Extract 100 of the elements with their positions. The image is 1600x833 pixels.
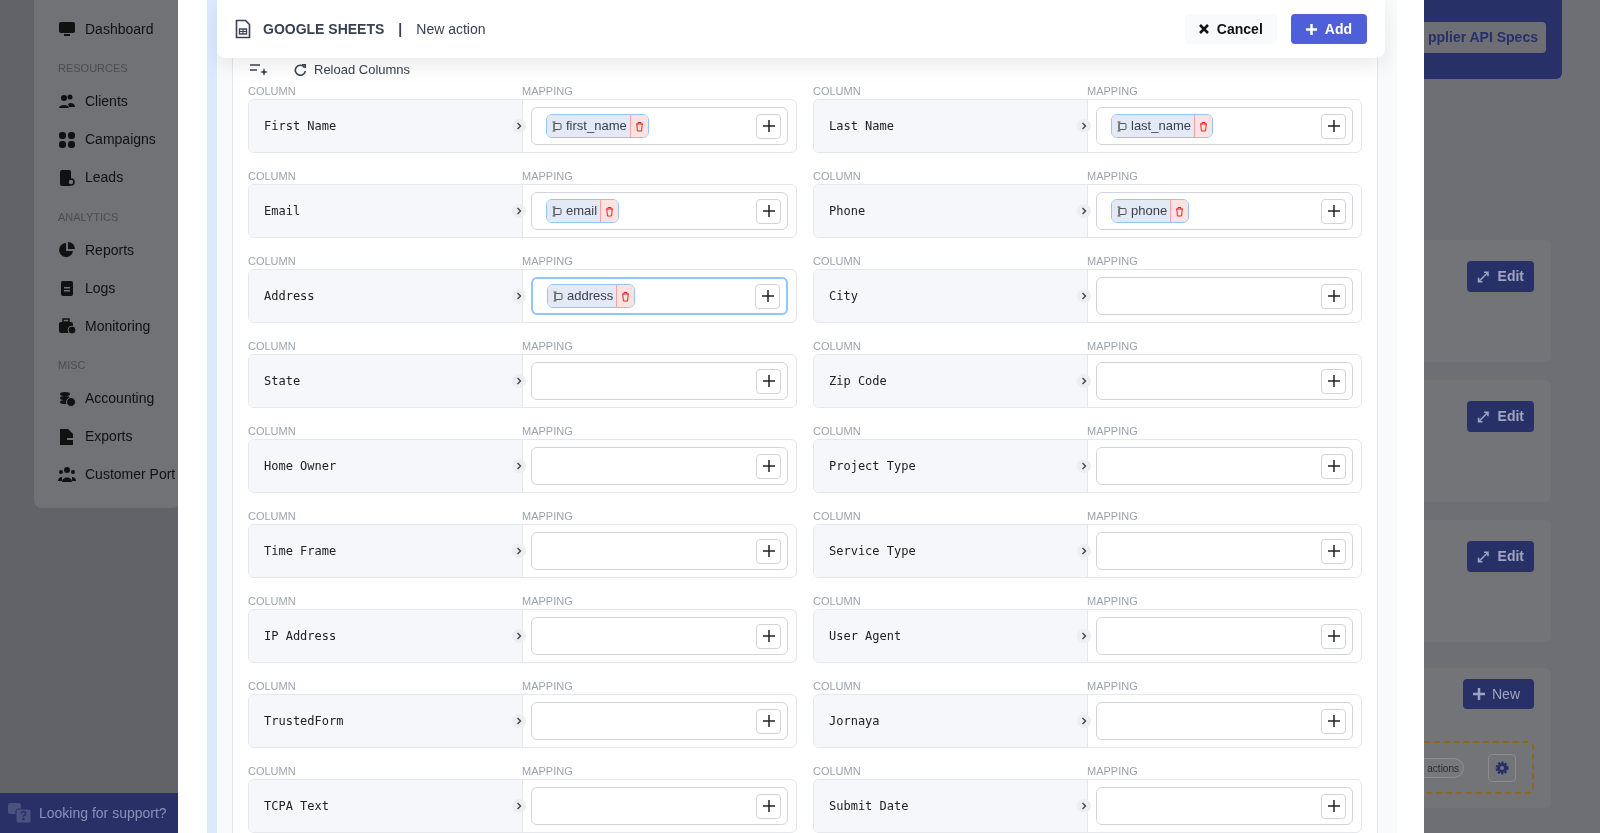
mapping-field[interactable] xyxy=(531,787,788,825)
sparkle-list-icon xyxy=(250,64,268,76)
mapping-label: MAPPING xyxy=(1087,764,1138,779)
mapping-field[interactable]: address xyxy=(531,277,788,315)
column-name: IP Address xyxy=(264,628,337,645)
mapping-field[interactable]: phone xyxy=(1096,192,1353,230)
actions-chip[interactable]: actions xyxy=(1424,758,1464,778)
plus-icon xyxy=(1327,800,1340,812)
title-separator: | xyxy=(398,19,403,39)
add-mapping-button[interactable] xyxy=(1321,538,1346,564)
settings-button[interactable] xyxy=(1488,754,1516,782)
add-mapping-button[interactable] xyxy=(1321,113,1346,139)
add-mapping-button[interactable] xyxy=(1321,708,1346,734)
add-mapping-button[interactable] xyxy=(755,283,780,309)
mapping-label: MAPPING xyxy=(1087,679,1138,694)
mapping-field[interactable]: email xyxy=(531,192,788,230)
tag-label: email xyxy=(566,202,598,221)
column-label: COLUMN xyxy=(813,764,861,779)
mapping-label: MAPPING xyxy=(1087,339,1138,354)
mapping-field[interactable] xyxy=(1096,617,1353,655)
column-name: Submit Date xyxy=(829,798,909,815)
column-label: COLUMN xyxy=(813,254,861,269)
add-mapping-button[interactable] xyxy=(756,708,781,734)
cancel-button[interactable]: Cancel xyxy=(1184,14,1277,44)
add-mapping-button[interactable] xyxy=(756,113,781,139)
tag-label: address xyxy=(567,287,614,306)
plus-icon xyxy=(1327,630,1340,642)
add-mapping-button[interactable] xyxy=(756,538,781,564)
sidebar-item[interactable]: Leads xyxy=(58,158,180,197)
support-label[interactable]: Looking for support? xyxy=(39,802,167,824)
support-bar[interactable]: Looking for support? xyxy=(0,793,180,833)
mapping-field[interactable] xyxy=(1096,447,1353,485)
add-mapping-button[interactable] xyxy=(756,623,781,649)
briefcase-clock-icon xyxy=(58,317,76,335)
trash-icon xyxy=(634,120,644,132)
delete-tag-button[interactable] xyxy=(600,200,619,222)
column-label: COLUMN xyxy=(248,254,296,269)
mapping-label: MAPPING xyxy=(522,679,573,694)
variable-tag[interactable]: last_name xyxy=(1111,114,1213,138)
group-icon xyxy=(58,465,76,484)
variable-tag[interactable]: email xyxy=(546,199,620,223)
mapping-label: MAPPING xyxy=(522,169,573,184)
sidebar-item[interactable]: Dashboard xyxy=(58,10,180,48)
sidebar-item[interactable]: Exports xyxy=(58,417,180,456)
edit-button[interactable]: Edit xyxy=(1467,541,1534,572)
column-name: Time Frame xyxy=(264,543,337,560)
sidebar-item[interactable]: Accounting xyxy=(58,379,180,418)
mapping-field[interactable] xyxy=(1096,277,1353,315)
delete-tag-button[interactable] xyxy=(1170,200,1189,222)
new-button[interactable]: New xyxy=(1463,679,1534,709)
plus-icon xyxy=(762,630,775,642)
mapping-field[interactable] xyxy=(1096,362,1353,400)
variable-tag[interactable]: phone xyxy=(1111,199,1190,223)
mapping-field[interactable] xyxy=(1096,532,1353,570)
mapping-label: MAPPING xyxy=(1087,169,1138,184)
sidebar-item[interactable]: Customer Port xyxy=(58,455,180,494)
add-mapping-button[interactable] xyxy=(1321,283,1346,309)
add-mapping-button[interactable] xyxy=(756,198,781,224)
add-button[interactable]: Add xyxy=(1290,14,1367,44)
add-mapping-button[interactable] xyxy=(1321,198,1346,224)
add-mapping-button[interactable] xyxy=(756,368,781,394)
tag-label: last_name xyxy=(1131,117,1191,136)
mapping-field[interactable] xyxy=(531,447,788,485)
add-mapping-button[interactable] xyxy=(1321,368,1346,394)
clipboard-icon xyxy=(58,279,76,297)
mapping-field[interactable] xyxy=(531,362,788,400)
column-label: COLUMN xyxy=(813,424,861,439)
mapping-field[interactable] xyxy=(1096,787,1353,825)
mapping-field[interactable] xyxy=(531,532,788,570)
delete-tag-button[interactable] xyxy=(616,285,635,307)
plus-icon xyxy=(761,290,774,302)
column-name: City xyxy=(829,288,858,305)
edit-button[interactable]: Edit xyxy=(1467,401,1534,432)
variable-tag[interactable]: first_name xyxy=(546,114,649,138)
mapping-field[interactable]: first_name xyxy=(531,107,788,145)
edit-button[interactable]: Edit xyxy=(1467,261,1534,292)
action-subtitle: New action xyxy=(416,19,486,39)
mapping-field[interactable] xyxy=(531,702,788,740)
sidebar-item[interactable]: Clients xyxy=(58,82,180,121)
column-label: COLUMN xyxy=(813,679,861,694)
mapping-field[interactable]: last_name xyxy=(1096,107,1353,145)
add-mapping-button[interactable] xyxy=(1321,453,1346,479)
add-mapping-button[interactable] xyxy=(756,793,781,819)
mapping-label: MAPPING xyxy=(522,594,573,609)
plus-icon xyxy=(762,120,775,132)
sidebar-item[interactable]: Logs xyxy=(58,269,180,307)
variable-tag[interactable]: address xyxy=(547,284,636,308)
column-name: Zip Code xyxy=(829,373,887,390)
add-mapping-button[interactable] xyxy=(1321,623,1346,649)
reload-columns-link[interactable]: Reload Columns xyxy=(294,60,411,80)
trash-icon xyxy=(621,290,631,302)
sidebar-item[interactable]: Monitoring xyxy=(58,307,180,345)
mapping-field[interactable] xyxy=(531,617,788,655)
sidebar-item[interactable]: Reports xyxy=(58,231,180,269)
mapping-field[interactable] xyxy=(1096,702,1353,740)
add-mapping-button[interactable] xyxy=(1321,793,1346,819)
coins-icon xyxy=(58,389,76,408)
mapping-label: MAPPING xyxy=(522,509,573,524)
sidebar-item[interactable]: Campaigns xyxy=(58,120,180,159)
add-mapping-button[interactable] xyxy=(756,453,781,479)
